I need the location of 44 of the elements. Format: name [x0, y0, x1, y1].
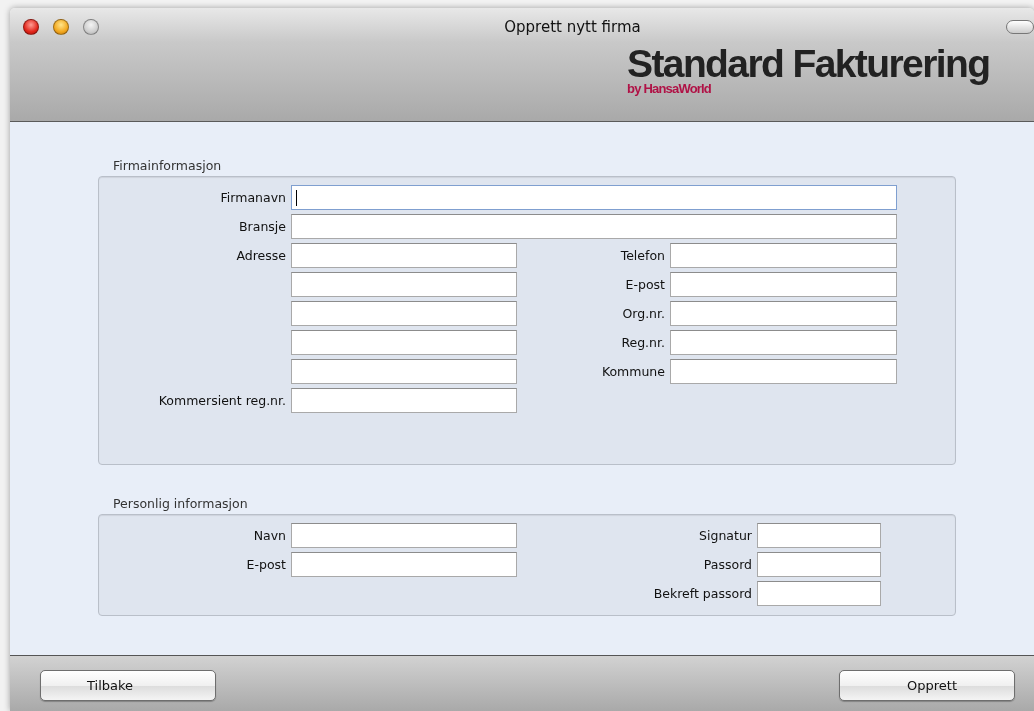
- text-field[interactable]: [670, 301, 897, 326]
- create-button[interactable]: Opprett: [839, 670, 1015, 701]
- zoom-icon[interactable]: [83, 19, 99, 35]
- text-cursor: [296, 190, 297, 206]
- close-icon[interactable]: [23, 19, 39, 35]
- text-field[interactable]: [670, 359, 897, 384]
- section-title: Firmainformasjon: [112, 158, 222, 175]
- section-title: Personlig informasjon: [112, 496, 248, 513]
- field-label: Passord: [702, 557, 752, 572]
- field-label: E-post: [624, 277, 665, 292]
- text-field[interactable]: [291, 214, 897, 239]
- field-label: E-post: [245, 557, 286, 572]
- toolbar-toggle-icon[interactable]: [1006, 20, 1034, 34]
- field-label: Navn: [252, 528, 286, 543]
- text-field[interactable]: [757, 523, 881, 548]
- text-field[interactable]: [291, 330, 517, 355]
- field-label: Signatur: [698, 528, 752, 543]
- field-label: Bransje: [238, 219, 286, 234]
- back-button[interactable]: Tilbake: [40, 670, 216, 701]
- field-label: Firmanavn: [219, 190, 286, 205]
- text-field[interactable]: [670, 330, 897, 355]
- field-label: Org.nr.: [621, 306, 665, 321]
- text-field[interactable]: [291, 185, 897, 210]
- text-field[interactable]: [291, 301, 517, 326]
- text-field[interactable]: [291, 523, 517, 548]
- field-label: Kommune: [600, 364, 665, 379]
- window-title: Opprett nytt firma: [504, 18, 641, 36]
- text-field[interactable]: [291, 388, 517, 413]
- text-field[interactable]: [291, 552, 517, 577]
- logo-name: Standard Fakturering: [627, 44, 990, 84]
- logo-byline: by HansaWorld: [627, 82, 711, 95]
- field-label: Adresse: [235, 248, 286, 263]
- text-field[interactable]: [670, 272, 897, 297]
- minimize-icon[interactable]: [53, 19, 69, 35]
- text-field[interactable]: [757, 552, 881, 577]
- text-field[interactable]: [291, 359, 517, 384]
- text-field[interactable]: [291, 272, 517, 297]
- text-field[interactable]: [670, 243, 897, 268]
- field-label: Kommersient reg.nr.: [157, 393, 286, 408]
- text-field[interactable]: [757, 581, 881, 606]
- text-field[interactable]: [291, 243, 517, 268]
- field-label: Telefon: [619, 248, 665, 263]
- field-label: Bekreft passord: [652, 586, 752, 601]
- field-label: Reg.nr.: [620, 335, 665, 350]
